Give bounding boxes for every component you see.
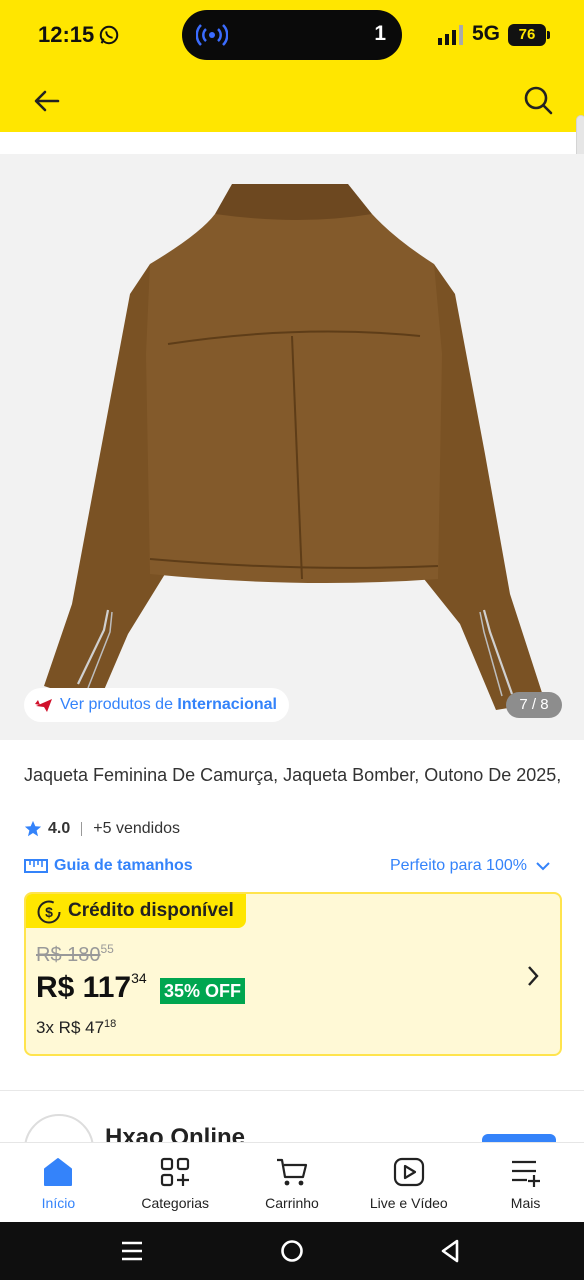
tab-label: Carrinho: [265, 1195, 319, 1211]
home-icon: [44, 1158, 73, 1186]
search-icon[interactable]: [520, 82, 556, 118]
categories-icon: [161, 1157, 190, 1187]
tab-categorias[interactable]: Categorias: [117, 1143, 234, 1222]
rating-row[interactable]: 4.0 +5 vendidos: [24, 818, 180, 840]
whatsapp-icon: [99, 25, 119, 45]
tab-label: Categorias: [141, 1195, 210, 1211]
credit-offer-card[interactable]: $ Crédito disponível R$ 18055 R$ 11734 3…: [24, 892, 562, 1056]
tab-label: Live e Vídeo: [369, 1195, 448, 1211]
status-time: 12:15: [38, 22, 95, 47]
size-guide-link[interactable]: Guia de tamanhos: [24, 856, 193, 876]
product-image: [44, 184, 545, 710]
sold-count: +5 vendidos: [93, 820, 180, 837]
home-button-icon[interactable]: [277, 1236, 307, 1266]
tab-label: Mais: [510, 1195, 541, 1211]
original-price-cents: 55: [100, 942, 114, 956]
ruler-icon: [24, 859, 48, 873]
original-price-main: R$ 180: [36, 944, 101, 966]
network-type: 5G: [472, 22, 501, 45]
broadcast-icon: [196, 24, 228, 46]
size-guide-label: Guia de tamanhos: [54, 857, 193, 874]
status-bar: 12:15 1 5G 76: [0, 0, 584, 70]
international-store-link[interactable]: Ver produtos de Internacional: [24, 688, 289, 722]
signal-icon: [438, 25, 463, 45]
back-button-icon[interactable]: [435, 1236, 465, 1266]
current-price-cents: 34: [131, 970, 147, 986]
star-icon: [24, 820, 42, 837]
current-price: R$ 11734: [36, 970, 147, 1005]
more-icon: [511, 1160, 540, 1187]
tab-carrinho[interactable]: Carrinho: [234, 1143, 351, 1222]
arrow-left-icon[interactable]: [30, 84, 64, 118]
chevron-right-icon: [528, 966, 539, 986]
fit-label: Perfeito para 100%: [390, 857, 527, 874]
original-price: R$ 18055: [36, 942, 114, 967]
battery-icon: 76: [508, 24, 550, 46]
tab-inicio[interactable]: Início: [0, 1143, 117, 1222]
dollar-coin-icon: $: [37, 900, 61, 924]
cart-icon: [276, 1158, 308, 1186]
installments-main: 3x R$ 47: [36, 1018, 105, 1037]
notification-count: 1: [374, 22, 386, 45]
system-nav-bar: [0, 1222, 584, 1280]
tab-live-video[interactable]: Live e Vídeo: [350, 1143, 467, 1222]
dynamic-island: 1: [182, 10, 402, 60]
rating-value: 4.0: [48, 820, 71, 837]
installments: 3x R$ 4718: [36, 1018, 116, 1038]
divider-strip: [0, 132, 584, 154]
product-title: Jaqueta Feminina De Camurça, Jaqueta Bom…: [24, 765, 562, 785]
discount-badge: 35% OFF: [160, 978, 246, 1004]
airplane-icon: [35, 699, 52, 712]
current-price-main: R$ 117: [36, 971, 132, 1004]
fit-dropdown[interactable]: Perfeito para 100%: [390, 856, 551, 876]
credit-tag: $ Crédito disponível: [26, 894, 246, 928]
bottom-tab-bar: Início Categorias Carrinho Live e Vídeo …: [0, 1142, 584, 1222]
installments-cents: 18: [104, 1018, 117, 1030]
separator: [81, 822, 83, 836]
play-icon: [393, 1157, 424, 1187]
international-brand: Internacional: [177, 696, 277, 713]
international-prefix: Ver produtos de: [60, 696, 178, 713]
product-gallery[interactable]: Ver produtos de Internacional 7 / 8: [0, 154, 584, 740]
tab-mais[interactable]: Mais: [467, 1143, 584, 1222]
chevron-down-icon: [536, 862, 550, 871]
app-bar: [0, 70, 584, 132]
svg-text:$: $: [45, 904, 53, 920]
tab-label: Início: [41, 1195, 76, 1211]
section-divider: [0, 1090, 584, 1091]
recent-apps-icon[interactable]: [117, 1236, 147, 1266]
credit-tag-label: Crédito disponível: [68, 900, 234, 921]
image-counter: 7 / 8: [506, 692, 562, 718]
